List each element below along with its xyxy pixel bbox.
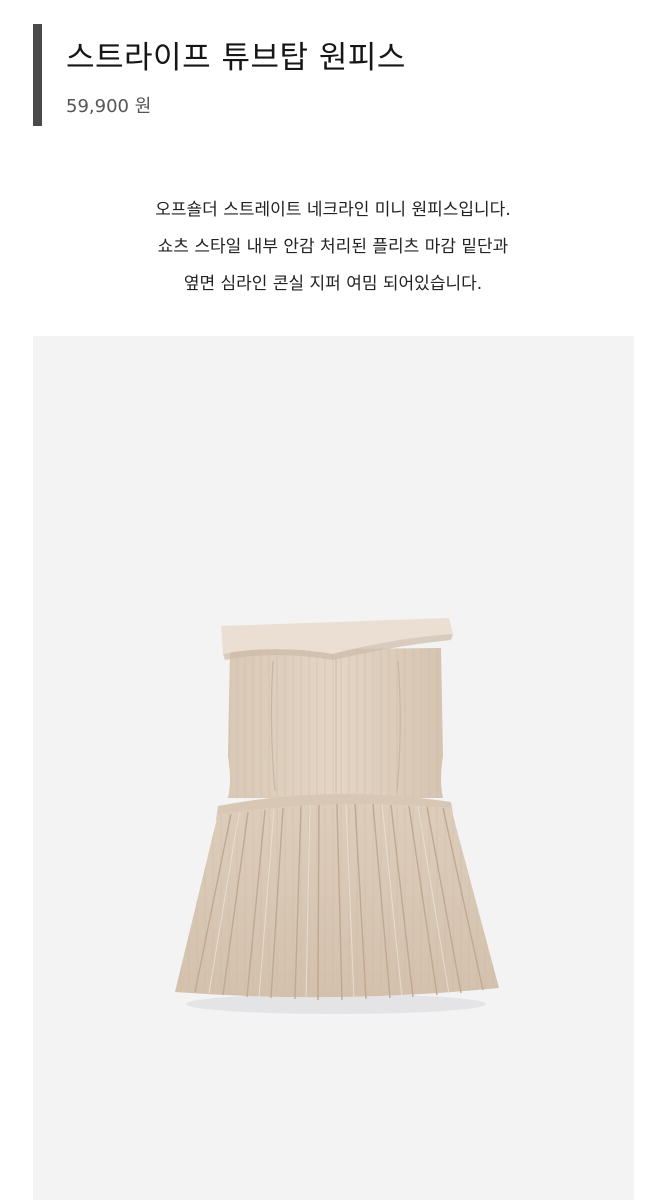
description-line: 옆면 심라인 콘실 지퍼 여밈 되어있습니다. — [183, 274, 483, 294]
product-header: 스트라이프 튜브탑 원피스 59,900 원 — [33, 24, 633, 126]
product-description: 오프숄더 스트레이트 네크라인 미니 원피스입니다. 쇼츠 스타일 내부 안감 … — [0, 192, 666, 303]
description-line: 오프숄더 스트레이트 네크라인 미니 원피스입니다. — [155, 200, 511, 220]
product-photo[interactable] — [33, 336, 634, 1200]
description-line: 쇼츠 스타일 내부 안감 처리된 플리츠 마감 밑단과 — [157, 237, 509, 257]
title-accent-bar — [33, 24, 42, 126]
product-price: 59,900 원 — [66, 96, 152, 117]
dress-illustration — [175, 618, 499, 1014]
product-title: 스트라이프 튜브탑 원피스 — [66, 40, 406, 76]
